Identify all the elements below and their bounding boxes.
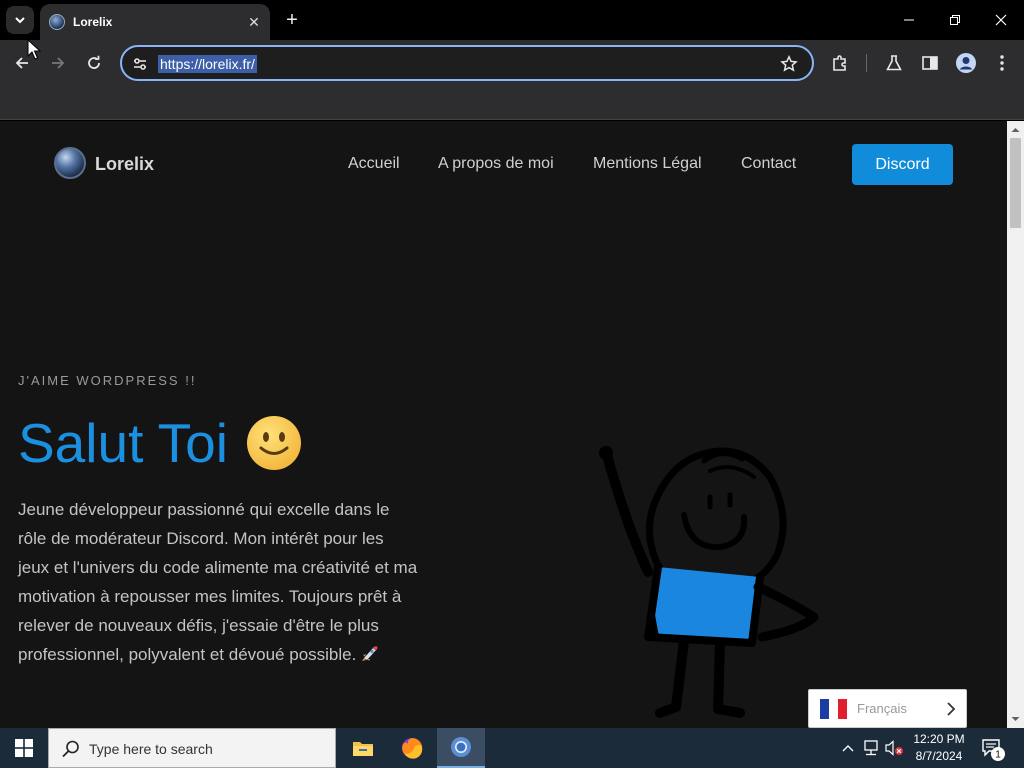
windows-taskbar: Type here to search 12:20 PM 8/7/2024 1 bbox=[0, 728, 1024, 768]
arrow-right-icon bbox=[52, 57, 65, 69]
nav-link-accueil[interactable]: Accueil bbox=[348, 155, 400, 173]
site-settings-icon[interactable] bbox=[131, 55, 149, 73]
bookmarks-bar bbox=[0, 86, 1024, 120]
page-viewport: Lorelix Accueil A propos de moi Mentions… bbox=[0, 121, 1007, 728]
mouse-cursor-icon bbox=[27, 39, 41, 60]
forward-button[interactable] bbox=[44, 49, 72, 77]
url-text[interactable]: https://lorelix.fr/ bbox=[158, 55, 257, 73]
clock-date: 8/7/2024 bbox=[915, 749, 963, 763]
site-logo[interactable] bbox=[54, 147, 86, 179]
hero-description-text: Jeune développeur passionné qui excelle … bbox=[18, 500, 418, 664]
flask-icon bbox=[886, 55, 902, 71]
smiley-emoji-icon bbox=[246, 416, 301, 470]
nav-link-contact[interactable]: Contact bbox=[741, 155, 796, 173]
toolbar-divider bbox=[866, 54, 867, 72]
taskbar-search-placeholder: Type here to search bbox=[89, 741, 213, 757]
taskbar-chrome[interactable] bbox=[437, 728, 485, 768]
tray-volume-button[interactable] bbox=[884, 738, 904, 758]
search-icon bbox=[62, 740, 79, 758]
side-panel-button[interactable] bbox=[916, 49, 944, 77]
site-favicon-icon bbox=[49, 14, 65, 30]
hero-title-text: Salut Toi bbox=[18, 412, 228, 474]
discord-button[interactable]: Discord bbox=[852, 144, 953, 185]
profile-button[interactable] bbox=[952, 49, 980, 77]
scroll-down-icon[interactable] bbox=[1010, 713, 1021, 725]
new-tab-button[interactable]: + bbox=[280, 8, 304, 32]
chrome-icon bbox=[451, 737, 471, 757]
scroll-up-icon[interactable] bbox=[1010, 124, 1021, 136]
rocket-emoji-icon bbox=[362, 646, 378, 661]
tray-overflow-button[interactable] bbox=[838, 738, 858, 758]
language-label: Français bbox=[857, 701, 907, 716]
reload-icon bbox=[88, 55, 100, 69]
puzzle-icon bbox=[833, 55, 846, 71]
france-flag-icon bbox=[820, 699, 847, 719]
hero-kicker: J'AIME WORDPRESS !! bbox=[18, 373, 197, 388]
notification-center-icon[interactable]: 1 bbox=[980, 736, 1006, 762]
tray-network-button[interactable] bbox=[861, 738, 881, 758]
folder-icon bbox=[353, 742, 373, 756]
screen: Lorelix ✕ + https://lorelix.fr/ Lorelix … bbox=[0, 0, 1024, 768]
restore-button[interactable] bbox=[932, 0, 978, 40]
tab-close-icon[interactable]: ✕ bbox=[244, 12, 264, 32]
firefox-icon bbox=[402, 737, 423, 759]
labs-button[interactable] bbox=[880, 49, 908, 77]
scrollbar-thumb[interactable] bbox=[1010, 138, 1021, 228]
hero-title: Salut Toi bbox=[18, 411, 302, 475]
taskbar-file-explorer[interactable] bbox=[339, 728, 387, 768]
hero-description: Jeune développeur passionné qui excelle … bbox=[18, 495, 418, 669]
tab-search-button[interactable] bbox=[6, 6, 34, 34]
start-button[interactable] bbox=[0, 728, 48, 768]
windows-logo-icon bbox=[15, 739, 33, 757]
nav-link-a-propos[interactable]: A propos de moi bbox=[438, 155, 554, 173]
chevron-down-icon bbox=[15, 17, 25, 24]
clock-time: 12:20 PM bbox=[913, 732, 965, 746]
bookmark-star-icon[interactable] bbox=[780, 55, 798, 73]
address-bar[interactable]: https://lorelix.fr/ bbox=[120, 45, 814, 81]
taskbar-search-box[interactable]: Type here to search bbox=[48, 728, 336, 768]
close-window-button[interactable] bbox=[978, 0, 1024, 40]
chevron-right-icon bbox=[947, 702, 956, 716]
extensions-button[interactable] bbox=[826, 49, 854, 77]
minimize-button[interactable] bbox=[886, 0, 932, 40]
browser-tab-bar: Lorelix ✕ + bbox=[0, 0, 1024, 40]
notification-count: 1 bbox=[995, 750, 1001, 761]
restore-icon bbox=[950, 15, 960, 25]
more-vertical-icon bbox=[1000, 55, 1004, 71]
stick-figure-illustration bbox=[599, 446, 819, 718]
close-icon bbox=[995, 14, 1007, 26]
account-icon bbox=[956, 53, 976, 73]
page-scrollbar[interactable] bbox=[1007, 121, 1024, 728]
chevron-up-icon bbox=[842, 745, 854, 752]
volume-muted-icon bbox=[885, 740, 903, 756]
language-switcher[interactable]: Français bbox=[808, 689, 967, 728]
browser-tab-lorelix[interactable]: Lorelix ✕ bbox=[40, 4, 270, 40]
reload-button[interactable] bbox=[80, 49, 108, 77]
network-icon bbox=[864, 740, 878, 756]
side-panel-icon bbox=[922, 56, 938, 70]
taskbar-clock[interactable]: 12:20 PM 8/7/2024 bbox=[906, 731, 972, 765]
tab-title: Lorelix bbox=[73, 15, 113, 29]
minimize-icon bbox=[904, 19, 914, 21]
nav-link-mentions-legal[interactable]: Mentions Légal bbox=[593, 155, 702, 173]
taskbar-firefox[interactable] bbox=[388, 728, 436, 768]
site-logo-text[interactable]: Lorelix bbox=[95, 154, 154, 175]
menu-button[interactable] bbox=[988, 49, 1016, 77]
